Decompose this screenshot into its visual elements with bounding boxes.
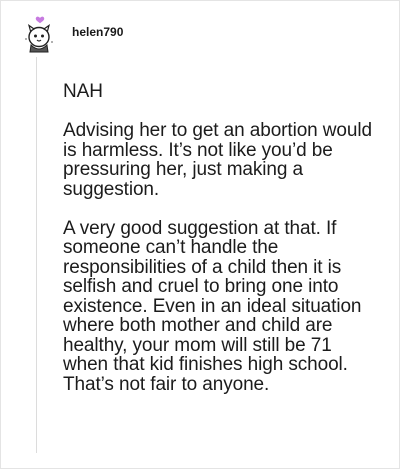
username[interactable]: helen790 xyxy=(72,25,123,39)
comment-header: helen790 xyxy=(18,15,123,55)
user-avatar-icon[interactable] xyxy=(18,15,58,55)
comment-paragraph: A very good suggestion at that. If someo… xyxy=(63,217,362,395)
avatar-graphic xyxy=(25,16,53,53)
comment-paragraph: Advising her to get an abortion would is… xyxy=(63,120,372,200)
comment-card: helen790 NAH Advising her to get an abor… xyxy=(0,0,400,469)
thread-line xyxy=(36,57,37,453)
comment-paragraph: NAH xyxy=(63,81,103,102)
comment-body: NAH Advising her to get an abortion woul… xyxy=(63,82,381,394)
